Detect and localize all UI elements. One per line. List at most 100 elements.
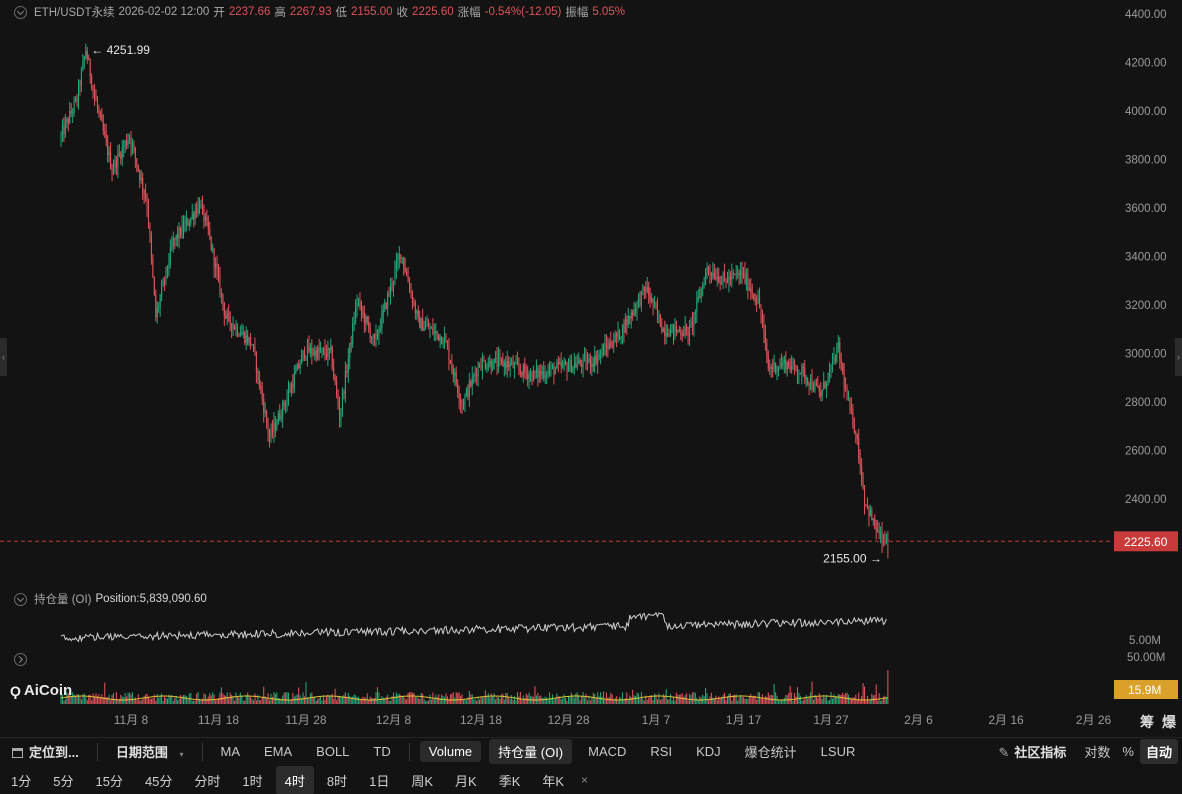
candle xyxy=(126,133,128,150)
volume-bar xyxy=(378,692,380,704)
volume-pane-toggle[interactable] xyxy=(14,653,30,671)
candle xyxy=(146,193,148,218)
volume-bar xyxy=(194,700,196,704)
timeframe-timeline[interactable]: 分时 xyxy=(183,771,231,790)
sub-indicator-lsur[interactable]: LSUR xyxy=(809,744,868,759)
liquidation-button[interactable]: 爆 xyxy=(1162,712,1176,732)
volume-bar xyxy=(234,700,236,704)
timeframe-15m[interactable]: 15分 xyxy=(84,771,133,790)
candle xyxy=(124,139,126,153)
volume-bar xyxy=(407,693,409,704)
candle xyxy=(80,66,82,93)
candle xyxy=(464,393,466,413)
volume-bar xyxy=(481,697,483,704)
candle xyxy=(191,203,193,220)
candle xyxy=(182,215,185,239)
volume-bar xyxy=(86,700,88,704)
candle xyxy=(662,326,664,333)
locate-button[interactable]: 定位到... xyxy=(0,742,91,761)
volume-bar xyxy=(182,695,185,704)
candle xyxy=(104,123,106,138)
candle xyxy=(802,363,804,377)
volume-bar xyxy=(406,699,408,704)
candle xyxy=(152,254,154,279)
candle xyxy=(476,367,478,386)
candle xyxy=(804,359,806,384)
candle xyxy=(229,311,231,332)
candle xyxy=(836,342,838,364)
left-panel-toggle-icon[interactable]: ‹ xyxy=(0,338,7,376)
volume-bar xyxy=(75,695,77,704)
volume-bar xyxy=(512,699,514,704)
price-tick-label: 4400.00 xyxy=(1125,9,1167,21)
percent-scale-toggle[interactable]: % xyxy=(1116,744,1140,759)
candle xyxy=(220,288,222,304)
sub-indicator-volume[interactable]: Volume xyxy=(419,741,482,762)
candle xyxy=(709,264,711,285)
candle xyxy=(794,358,796,375)
sub-indicator-oi[interactable]: 持仓量 (OI) xyxy=(489,739,573,764)
timeframe-1m[interactable]: 1分 xyxy=(0,771,42,790)
candle xyxy=(169,239,171,269)
candle xyxy=(270,423,272,443)
candle xyxy=(613,332,615,353)
volume-bar xyxy=(764,695,766,704)
date-range-dropdown[interactable]: 日期范围 ▾ xyxy=(104,742,196,761)
log-scale-toggle[interactable]: 对数 xyxy=(1078,742,1116,761)
indicator-boll[interactable]: BOLL xyxy=(304,744,361,759)
timeframe-year[interactable]: 年K xyxy=(531,771,575,790)
timeframe-8h[interactable]: 8时 xyxy=(316,771,358,790)
indicator-ma[interactable]: MA xyxy=(209,744,253,759)
chart-area[interactable]: 4400.00 4200.00 4000.00 3800.00 3600.00 3400.… xyxy=(0,0,1182,794)
close-icon[interactable]: × xyxy=(575,773,594,787)
timeframe-1d[interactable]: 1日 xyxy=(358,771,400,790)
timeframe-quarter[interactable]: 季K xyxy=(488,771,532,790)
timeframe-week[interactable]: 周K xyxy=(400,771,444,790)
oi-collapse-icon[interactable] xyxy=(14,592,27,606)
sub-indicator-liquidation[interactable]: 爆仓统计 xyxy=(733,742,809,761)
sub-indicator-kdj[interactable]: KDJ xyxy=(684,744,733,759)
candle xyxy=(684,316,686,339)
volume-bar xyxy=(871,693,873,704)
candle xyxy=(312,347,314,357)
candle xyxy=(719,275,721,291)
candle xyxy=(454,368,456,387)
candle xyxy=(350,335,352,353)
volume-bar xyxy=(110,700,112,704)
sub-indicator-rsi[interactable]: RSI xyxy=(638,744,684,759)
volume-bar xyxy=(767,692,769,704)
volume-bar xyxy=(696,697,698,704)
collapse-chevron-icon[interactable] xyxy=(14,5,27,19)
candle xyxy=(649,287,651,308)
chip-distribution-button[interactable]: 筹 xyxy=(1140,712,1154,732)
volume-bar xyxy=(204,694,206,704)
volume-bar xyxy=(792,700,794,704)
timeframe-45m[interactable]: 45分 xyxy=(134,771,183,790)
symbol-label[interactable]: ETH/USDT永续 xyxy=(34,4,115,20)
sub-indicator-macd[interactable]: MACD xyxy=(576,744,638,759)
community-indicators-button[interactable]: ✎ 社区指标 xyxy=(986,742,1078,761)
volume-bar xyxy=(392,692,395,704)
volume-expand-icon[interactable] xyxy=(14,653,27,666)
auto-scale-toggle[interactable]: 自动 xyxy=(1139,739,1178,764)
indicator-ema[interactable]: EMA xyxy=(252,744,304,759)
candle xyxy=(285,400,287,414)
candle xyxy=(61,119,63,142)
timeframe-4h[interactable]: 4时 xyxy=(275,765,314,794)
timeframe-1h[interactable]: 1时 xyxy=(231,771,273,790)
candle xyxy=(352,316,354,348)
candle xyxy=(512,354,514,369)
candle xyxy=(445,333,447,343)
timeframe-month[interactable]: 月K xyxy=(444,771,488,790)
indicator-td[interactable]: TD xyxy=(361,744,402,759)
candle xyxy=(547,363,549,379)
volume-bar xyxy=(340,696,342,704)
right-panel-toggle-icon[interactable]: › xyxy=(1175,338,1182,376)
candle xyxy=(139,169,141,189)
candle xyxy=(204,212,206,227)
chart-canvas[interactable]: 4400.00 4200.00 4000.00 3800.00 3600.00 3400.… xyxy=(0,0,1182,740)
candle xyxy=(766,338,768,364)
timeframe-5m[interactable]: 5分 xyxy=(42,771,84,790)
candle xyxy=(645,281,647,299)
oi-label[interactable]: 持仓量 (OI) xyxy=(34,591,92,607)
